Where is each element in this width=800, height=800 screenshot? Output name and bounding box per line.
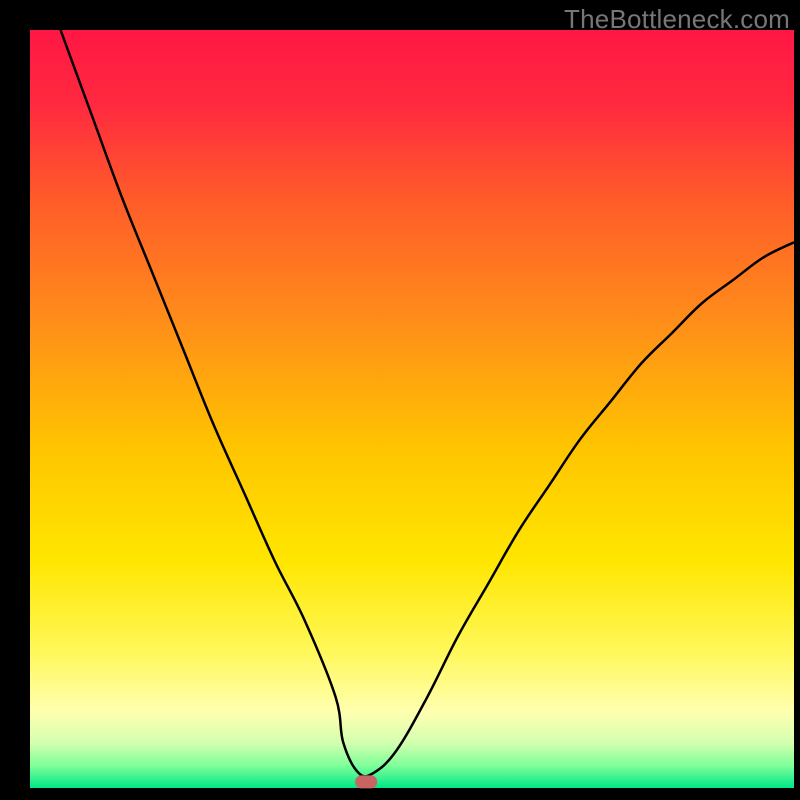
chart-background xyxy=(30,30,794,788)
bottleneck-chart xyxy=(0,0,800,800)
optimal-marker xyxy=(355,775,377,788)
chart-container: TheBottleneck.com xyxy=(0,0,800,800)
watermark-label: TheBottleneck.com xyxy=(564,4,790,35)
